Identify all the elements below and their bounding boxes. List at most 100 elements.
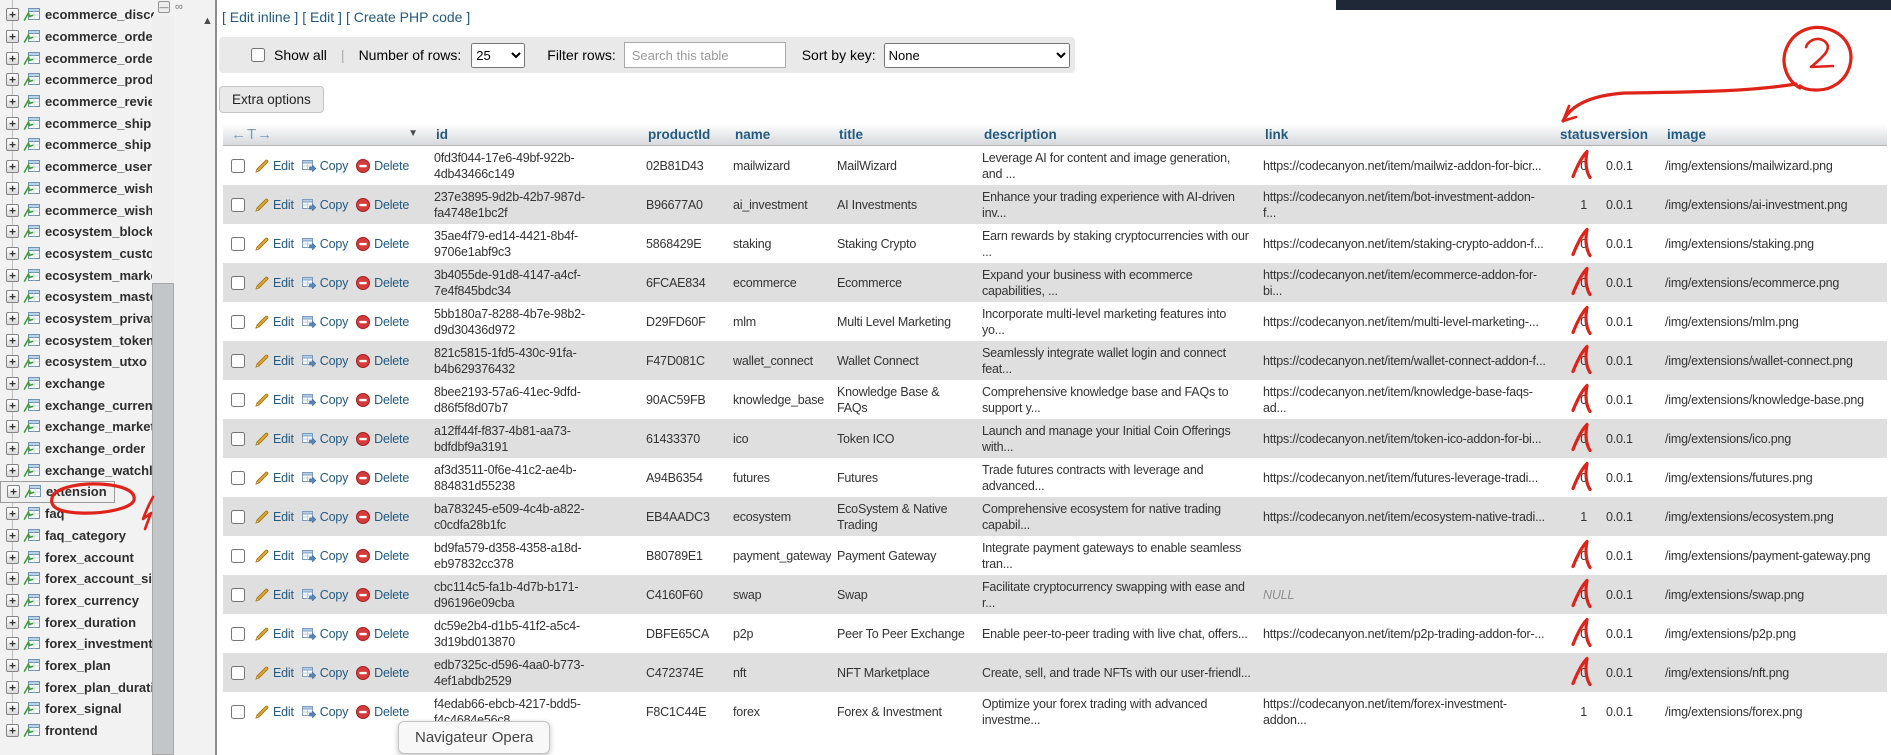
delete-link[interactable]: Delete — [355, 509, 409, 525]
expand-icon[interactable]: + — [6, 572, 19, 585]
copy-link[interactable]: Copy — [301, 587, 348, 603]
edit-link[interactable]: Edit — [254, 626, 294, 642]
row-checkbox[interactable] — [231, 237, 245, 251]
tree-item-label[interactable]: ecommerce_user_discou — [45, 159, 154, 174]
filter-rows-input[interactable] — [624, 42, 786, 68]
tree-item-ecommerce_order[interactable]: + ecommerce_order — [0, 26, 154, 48]
copy-link[interactable]: Copy — [301, 665, 348, 681]
tree-item-label[interactable]: ecommerce_discount — [45, 7, 154, 22]
copy-link[interactable]: Copy — [301, 548, 348, 564]
tree-item-faq_category[interactable]: +faq_category — [0, 525, 154, 547]
tree-item-ecosystem_utxo[interactable]: +ecosystem_utxo — [0, 351, 154, 373]
expand-icon[interactable]: + — [6, 399, 19, 412]
delete-link[interactable]: Delete — [355, 665, 409, 681]
row-checkbox[interactable] — [231, 510, 245, 524]
delete-link[interactable]: Delete — [355, 314, 409, 330]
copy-link[interactable]: Copy — [301, 431, 348, 447]
tree-item-label[interactable]: ecommerce_review — [45, 94, 154, 109]
tree-item-label[interactable]: exchange — [45, 376, 105, 391]
expand-icon[interactable]: + — [6, 138, 19, 151]
link-icon[interactable]: ∞ — [175, 1, 183, 13]
expand-icon[interactable]: + — [6, 355, 19, 368]
expand-icon[interactable]: + — [6, 182, 19, 195]
panel-divider[interactable] — [215, 0, 217, 755]
edit-link[interactable]: Edit — [254, 392, 294, 408]
column-header-status[interactable]: status — [1552, 124, 1592, 146]
tree-item-forex_account_signal[interactable]: +forex_account_signal — [0, 568, 154, 590]
tree-item-forex_currency[interactable]: +forex_currency — [0, 590, 154, 612]
tree-item-label[interactable]: ecommerce_shipping — [45, 116, 154, 131]
tree-item-exchange_order[interactable]: +exchange_order — [0, 438, 154, 460]
tree-item-label[interactable]: ecommerce_order — [45, 29, 154, 44]
tree-item-label[interactable]: forex_duration — [45, 615, 136, 630]
edit-link[interactable]: Edit — [254, 236, 294, 252]
expand-icon[interactable]: + — [6, 702, 19, 715]
column-header-productId[interactable]: productId — [640, 124, 727, 146]
tree-item-ecommerce_order_item[interactable]: +ecommerce_order_item — [0, 47, 154, 69]
expand-icon[interactable]: + — [6, 594, 19, 607]
tree-item-label[interactable]: ecommerce_product — [45, 72, 154, 87]
expand-icon[interactable]: + — [6, 334, 19, 347]
tree-item-forex_plan_duration[interactable]: +forex_plan_duration — [0, 676, 154, 698]
expand-icon[interactable]: + — [6, 464, 19, 477]
copy-link[interactable]: Copy — [301, 236, 348, 252]
expand-icon[interactable]: + — [6, 160, 19, 173]
tree-item-extension[interactable]: +extension — [0, 481, 115, 503]
edit-link[interactable]: Edit — [254, 431, 294, 447]
expand-icon[interactable]: + — [6, 204, 19, 217]
column-header-version[interactable]: version — [1592, 124, 1659, 146]
tree-item-exchange_currency[interactable]: + exchange_currency — [0, 394, 154, 416]
column-header-title[interactable]: title — [831, 124, 976, 146]
expand-icon[interactable]: + — [6, 377, 19, 390]
tree-item-label[interactable]: ecosystem_private_ledge — [45, 311, 154, 326]
tree-item-label[interactable]: ecommerce_order_item — [45, 51, 154, 66]
expand-icon[interactable]: + — [6, 117, 19, 130]
tree-item-ecosystem_master_walle[interactable]: +ecosystem_master_walle — [0, 286, 154, 308]
column-header-name[interactable]: name — [727, 124, 831, 146]
edit-link[interactable]: Edit — [254, 470, 294, 486]
column-header-id[interactable]: id — [428, 124, 640, 146]
copy-link[interactable]: Copy — [301, 392, 348, 408]
tree-item-label[interactable]: ecosystem_blockchain — [45, 224, 154, 239]
row-checkbox[interactable] — [231, 354, 245, 368]
row-checkbox[interactable] — [231, 393, 245, 407]
tree-item-label[interactable]: exchange_currency — [45, 398, 154, 413]
row-checkbox[interactable] — [231, 471, 245, 485]
edit-link[interactable]: Edit — [254, 158, 294, 174]
row-checkbox[interactable] — [231, 276, 245, 290]
column-header-image[interactable]: image — [1659, 124, 1887, 146]
expand-icon[interactable]: + — [6, 529, 19, 542]
show-all-checkbox[interactable] — [251, 48, 265, 62]
edit-link[interactable]: Edit — [254, 275, 294, 291]
delete-link[interactable]: Delete — [355, 392, 409, 408]
row-checkbox[interactable] — [231, 198, 245, 212]
expand-icon[interactable]: + — [6, 30, 19, 43]
expand-icon[interactable]: + — [6, 8, 19, 21]
copy-link[interactable]: Copy — [301, 158, 348, 174]
row-checkbox[interactable] — [231, 705, 245, 719]
copy-link[interactable]: Copy — [301, 509, 348, 525]
copy-link[interactable]: Copy — [301, 197, 348, 213]
tree-item-ecommerce_wishlist[interactable]: + ecommerce_wishlist — [0, 178, 154, 200]
delete-link[interactable]: Delete — [355, 704, 409, 720]
tree-item-exchange[interactable]: + exchange — [0, 373, 154, 395]
expand-icon[interactable]: + — [6, 247, 19, 260]
column-reorder-header[interactable]: ←T→▼ — [223, 124, 428, 146]
delete-link[interactable]: Delete — [355, 470, 409, 486]
column-move-icon[interactable]: ←T→ — [231, 126, 273, 143]
tree-item-label[interactable]: forex_plan — [45, 658, 111, 673]
delete-link[interactable]: Delete — [355, 158, 409, 174]
expand-icon[interactable]: + — [6, 95, 19, 108]
tree-item-label[interactable]: exchange_order — [45, 441, 145, 456]
tree-item-ecommerce_review[interactable]: + ecommerce_review — [0, 91, 154, 113]
collapse-panel-icon[interactable]: — — [158, 1, 170, 13]
edit-link[interactable]: Edit — [254, 704, 294, 720]
tree-item-label[interactable]: ecommerce_wishlist — [45, 181, 154, 196]
tree-item-ecommerce_product[interactable]: +ecommerce_product — [0, 69, 154, 91]
expand-icon[interactable]: + — [6, 551, 19, 564]
edit-bar-link[interactable]: [ Edit ] — [302, 9, 342, 25]
copy-link[interactable]: Copy — [301, 314, 348, 330]
sort-by-key-select[interactable]: None — [884, 43, 1070, 68]
tree-item-label[interactable]: ecosystem_master_walle — [45, 289, 154, 304]
row-checkbox[interactable] — [231, 666, 245, 680]
